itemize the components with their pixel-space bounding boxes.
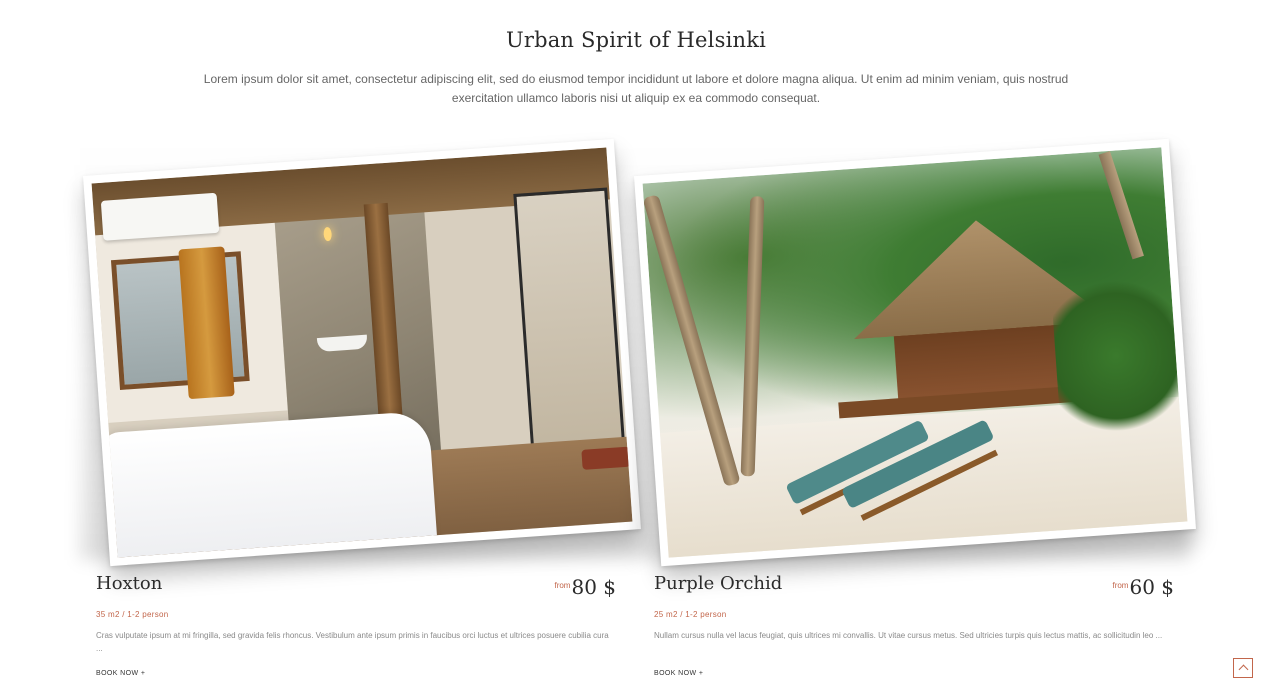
- scroll-to-top-button[interactable]: [1233, 658, 1253, 678]
- room-price: from80 $: [554, 575, 616, 599]
- room-photo-hoxton[interactable]: [91, 147, 633, 558]
- chevron-up-icon: [1238, 664, 1248, 675]
- room-photo-purple-orchid[interactable]: [642, 147, 1188, 558]
- stool: [581, 446, 631, 470]
- room-price: from60 $: [1112, 575, 1174, 599]
- room-meta: 25 m2 / 1-2 person: [654, 610, 727, 619]
- price-value: 80 $: [571, 575, 616, 599]
- room-card-purple-orchid: Purple Orchid from60 $ 25 m2 / 1-2 perso…: [634, 135, 1196, 695]
- room-meta: 35 m2 / 1-2 person: [96, 610, 169, 619]
- price-prefix: from: [1112, 581, 1129, 590]
- room-description: Cras vulputate ipsum at mi fringilla, se…: [96, 631, 609, 653]
- room-photo-frame[interactable]: [83, 138, 641, 567]
- book-now-link[interactable]: BOOK NOW +: [96, 670, 145, 677]
- room-name[interactable]: Hoxton: [96, 573, 162, 594]
- bush: [1049, 267, 1182, 445]
- room-photo-frame[interactable]: [634, 138, 1196, 567]
- room-card-hoxton: Hoxton from80 $ 35 m2 / 1-2 person Cras …: [80, 135, 641, 695]
- room-description: Nullam cursus nulla vel lacus feugiat, q…: [654, 631, 1163, 640]
- air-conditioner: [100, 192, 220, 241]
- page: Urban Spirit of Helsinki Lorem ipsum dol…: [0, 0, 1272, 695]
- mirror-door: [513, 187, 628, 480]
- price-prefix: from: [554, 581, 571, 590]
- room-name[interactable]: Purple Orchid: [654, 573, 782, 594]
- bed: [99, 410, 438, 558]
- section-description: Lorem ipsum dolor sit amet, consectetur …: [203, 72, 1069, 105]
- price-value: 60 $: [1129, 575, 1174, 599]
- section-title: Urban Spirit of Helsinki: [505, 28, 767, 52]
- book-now-link[interactable]: BOOK NOW +: [654, 670, 703, 677]
